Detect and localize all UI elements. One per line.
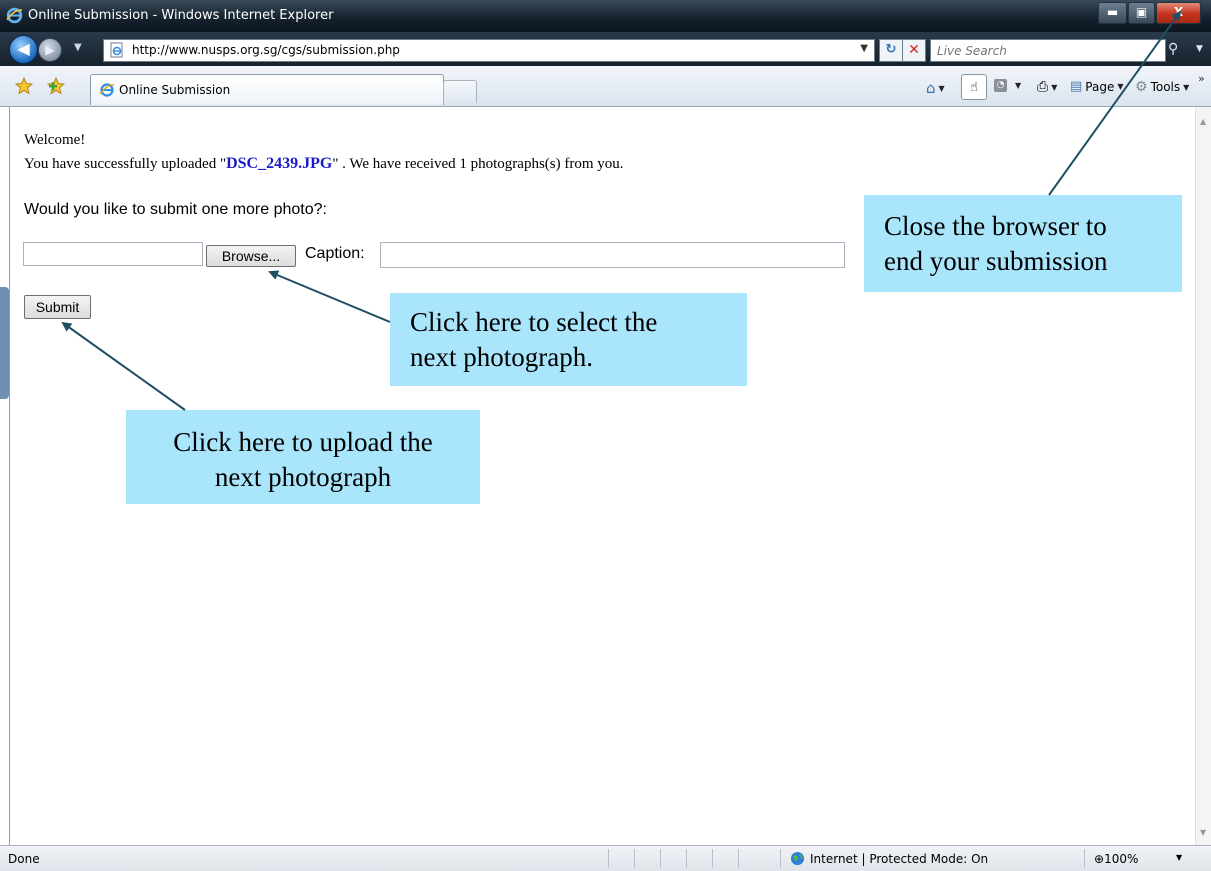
title-bar: Online Submission - Windows Internet Exp… (0, 0, 1211, 32)
ie-logo-icon (6, 7, 23, 24)
print-icon: ⎙ (1037, 79, 1049, 95)
callout-text: next photograph (214, 462, 392, 492)
scroll-up-icon[interactable]: ▲ (1200, 117, 1206, 126)
hand-icon: ☝ (970, 79, 978, 95)
uploaded-filename: DSC_2439.JPG (226, 155, 333, 172)
tools-gear-icon: ⚙ (1135, 79, 1148, 95)
caption-input[interactable] (380, 242, 845, 268)
chevron-right-icon[interactable]: » (1198, 72, 1205, 85)
scroll-down-icon[interactable]: ▼ (1200, 828, 1206, 837)
callout-text: Close the browser to (884, 211, 1107, 241)
callout-text: Click here to select the (410, 307, 658, 337)
security-zone[interactable]: Internet | Protected Mode: On (810, 852, 988, 866)
close-button[interactable]: X (1156, 2, 1201, 24)
file-path-input[interactable] (23, 242, 203, 266)
history-dropdown-icon[interactable]: ▼ (74, 42, 82, 53)
new-tab-button[interactable] (443, 80, 477, 103)
tab-online-submission[interactable]: Online Submission (90, 74, 444, 105)
tools-menu[interactable]: ⚙ Tools ▼ (1135, 79, 1189, 95)
status-bar: Done Internet | Protected Mode: On ⊕100%… (0, 845, 1211, 871)
print-button[interactable]: ⎙ ▼ (1037, 79, 1057, 95)
feed-icon: ◔ (994, 79, 1007, 92)
window-title: Online Submission - Windows Internet Exp… (28, 8, 334, 23)
hand-button[interactable]: ☝ (961, 74, 987, 100)
more-photo-question: Would you like to submit one more photo?… (24, 201, 327, 218)
feeds-button[interactable]: ◔ ▼ (994, 79, 1021, 92)
add-favorites-icon[interactable] (47, 77, 65, 95)
browse-button[interactable]: Browse... (206, 245, 296, 267)
favorites-star-icon[interactable] (15, 77, 33, 95)
zoom-level[interactable]: ⊕100% (1094, 852, 1138, 866)
address-toolbar: ◀ ▶ ▼ http://www.nusps.org.sg/cgs/submis… (0, 32, 1211, 66)
caption-label: Caption: (305, 245, 365, 262)
back-icon[interactable]: ◀ (9, 35, 38, 64)
address-dropdown-icon[interactable]: ▼ (860, 43, 868, 54)
submit-button[interactable]: Submit (24, 295, 91, 319)
zoom-dropdown-icon[interactable]: ▼ (1176, 853, 1182, 862)
vertical-scrollbar[interactable]: ▲ ▼ (1195, 107, 1211, 845)
callout-upload-photo: Click here to upload the next photograph (126, 410, 480, 504)
globe-icon (790, 851, 805, 866)
page-menu-icon: ▤ (1070, 79, 1083, 94)
search-dropdown-icon[interactable]: ▼ (1196, 44, 1203, 54)
callout-text: Click here to upload the (173, 427, 433, 457)
welcome-text: Welcome! (24, 132, 86, 148)
page-icon (110, 42, 123, 58)
ie-logo-icon (99, 83, 115, 97)
tools-menu-label: Tools (1150, 80, 1181, 94)
page-menu-label: Page (1085, 79, 1115, 94)
search-icon[interactable]: ⚲ (1168, 41, 1178, 57)
status-text: Done (8, 852, 40, 866)
zoom-value: 100% (1104, 852, 1139, 866)
callout-select-photo: Click here to select the next photograph… (390, 293, 747, 386)
search-input[interactable] (931, 41, 1137, 61)
callout-text: next photograph. (410, 342, 593, 372)
refresh-icon[interactable]: ↻ (879, 39, 903, 62)
callout-text: end your submission (884, 246, 1108, 276)
maximize-button[interactable]: ▣ (1128, 2, 1155, 24)
url-text[interactable]: http://www.nusps.org.sg/cgs/submission.p… (132, 43, 400, 57)
page-menu[interactable]: ▤ Page ▼ (1070, 79, 1124, 94)
tab-bar: Online Submission ⌂ ▼ ☝ ◔ ▼ ⎙ ▼ ▤ Page ▼ ⚙ Too… (0, 66, 1211, 107)
zoom-icon: ⊕ (1094, 852, 1105, 866)
home-icon: ⌂ (926, 79, 936, 97)
callout-close-browser: Close the browser to end your submission (864, 195, 1182, 292)
upload-suffix: " . We have received 1 photographs(s) fr… (332, 156, 624, 172)
home-button[interactable]: ⌂ ▼ (926, 79, 945, 97)
upload-prefix: You have successfully uploaded " (24, 156, 227, 172)
address-bar[interactable]: http://www.nusps.org.sg/cgs/submission.p… (103, 39, 875, 62)
upload-confirmation: You have successfully uploaded "DSC_2439… (24, 155, 624, 173)
sidebar-edge (0, 287, 9, 399)
search-box[interactable] (930, 39, 1166, 62)
minimize-button[interactable]: ▬ (1098, 2, 1127, 24)
tab-label: Online Submission (119, 83, 231, 97)
stop-icon[interactable]: ✕ (902, 39, 926, 62)
forward-icon[interactable]: ▶ (38, 38, 62, 62)
